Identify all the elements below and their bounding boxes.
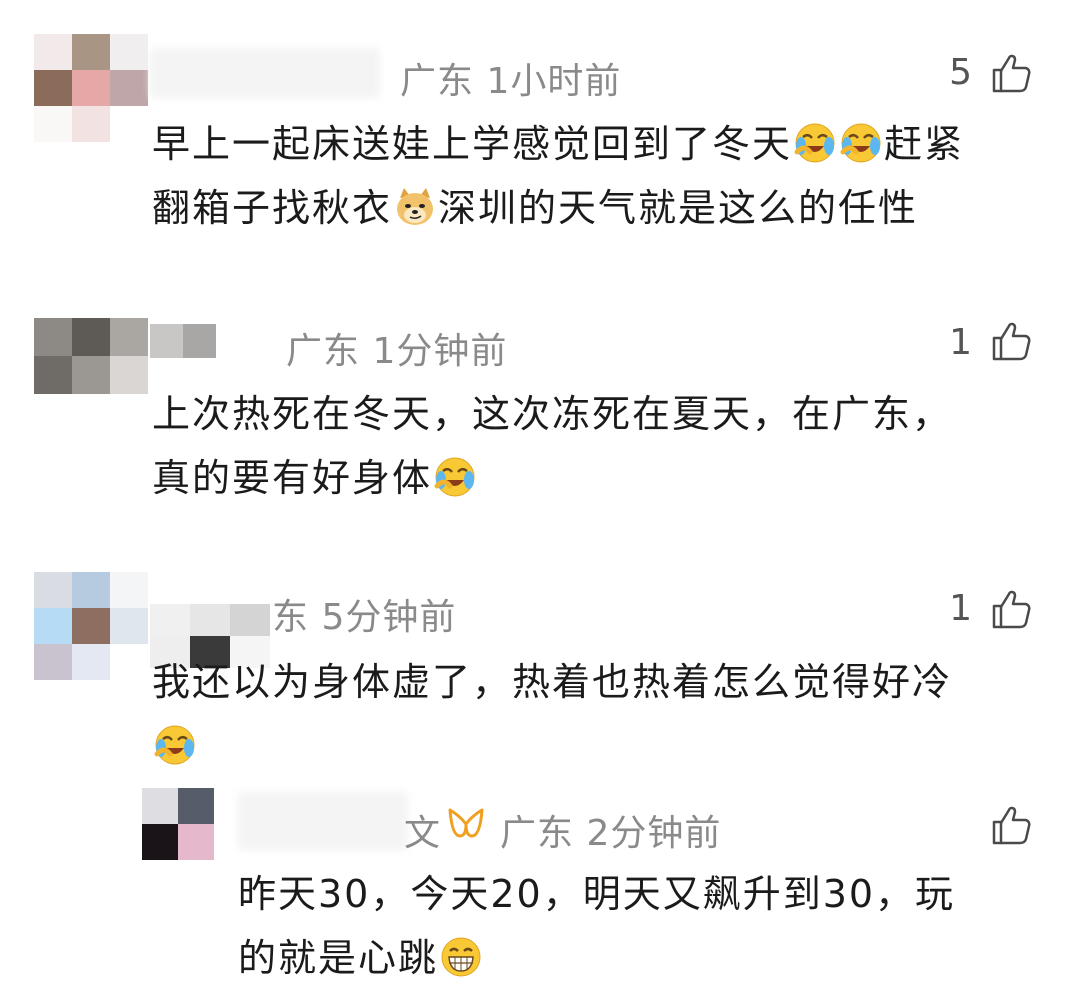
comment-text-line: 早上一起床送娃上学感觉回到了冬天 [152,122,793,166]
comment-text-line: 的就是心跳 [238,936,439,980]
comment-text-line: 翻箱子找秋衣 [152,186,393,230]
like-count: 1 [949,588,972,629]
timestamp: 1小时前 [486,61,622,102]
username-blurred[interactable] [238,792,408,850]
comment-text-line: 我还以为身体虚了，热着也热着怎么觉得好冷 [152,660,953,704]
reply-username-fragment: 文 [404,813,442,854]
crying-laughing-emoji [154,724,196,766]
location-label: 广东 [400,61,475,102]
comment-meta: 东 5分钟前 [272,588,456,640]
doge-emoji [394,186,436,228]
username-blurred[interactable] [150,324,216,358]
comment-text-line: 昨天30，今天20，明天又飙升到30，玩 [238,872,956,916]
comment-text-line: 上次热死在冬天，这次冻死在夏天，在广东， [152,392,953,436]
crying-laughing-emoji [840,122,882,164]
thumbs-up-icon[interactable] [990,588,1032,630]
avatar[interactable] [34,34,149,142]
comment-text: 我还以为身体虚了，热着也热着怎么觉得好冷 [152,650,1052,778]
comment-text-line: 赶紧 [884,122,965,166]
comment-text-line: 真的要有好身体 [152,456,433,500]
comment-meta: 广东 2分钟前 [500,804,721,856]
gold-badge-icon [448,808,484,838]
crying-laughing-emoji [434,456,476,498]
like-count: 1 [949,322,972,363]
location-label: 东 [272,597,310,638]
avatar[interactable] [142,788,214,860]
timestamp: 1分钟前 [372,331,508,372]
thumbs-up-icon[interactable] [990,804,1032,846]
comment-text: 早上一起床送娃上学感觉回到了冬天 赶紧 翻箱子找秋衣 深圳的天气就是这么的任性 [152,112,1052,240]
location-label: 广东 [286,331,361,372]
grinning-emoji [440,936,482,978]
thumbs-up-icon[interactable] [990,52,1032,94]
comment-text: 上次热死在冬天，这次冻死在夏天，在广东， 真的要有好身体 [152,382,1052,510]
avatar[interactable] [34,318,149,394]
comment-meta: 广东 1小时前 [400,52,621,104]
like-count: 5 [949,52,972,93]
location-label: 广东 [500,813,575,854]
comment-text-line: 深圳的天气就是这么的任性 [438,186,919,230]
reply-text: 昨天30，今天20，明天又飙升到30，玩 的就是心跳 [238,862,1038,990]
timestamp: 5分钟前 [321,597,457,638]
timestamp: 2分钟前 [586,813,722,854]
avatar[interactable] [34,572,149,680]
comment-meta: 广东 1分钟前 [286,322,507,374]
thumbs-up-icon[interactable] [990,320,1032,362]
username-blurred[interactable] [150,48,380,98]
crying-laughing-emoji [794,122,836,164]
